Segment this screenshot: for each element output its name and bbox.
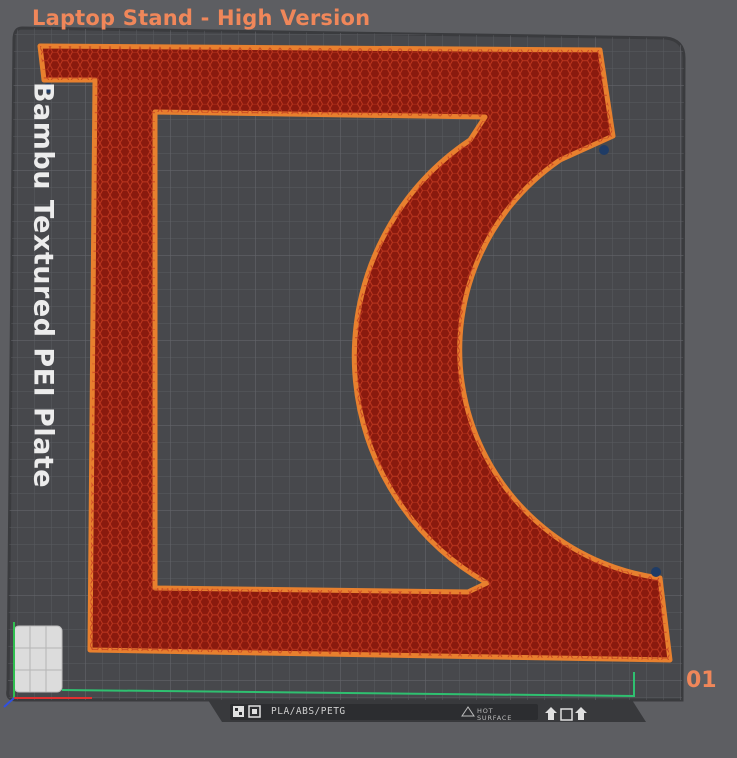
plate-number: 01	[686, 668, 717, 693]
build-plate-viewport[interactable]	[0, 0, 737, 758]
view-cube[interactable]	[13, 625, 63, 693]
hot-surface-label: HOT SURFACE	[477, 708, 512, 721]
plate-brand-label: Bambu Textured PEI Plate	[27, 81, 59, 489]
plate-marker	[599, 145, 609, 155]
plate-label-container: Bambu Textured PEI Plate	[22, 70, 64, 500]
surface-label: SURFACE	[477, 713, 513, 722]
material-badge: PLA/ABS/PETG	[271, 706, 346, 717]
page-title: Laptop Stand - High Version	[32, 6, 371, 30]
plate-marker	[651, 567, 661, 577]
